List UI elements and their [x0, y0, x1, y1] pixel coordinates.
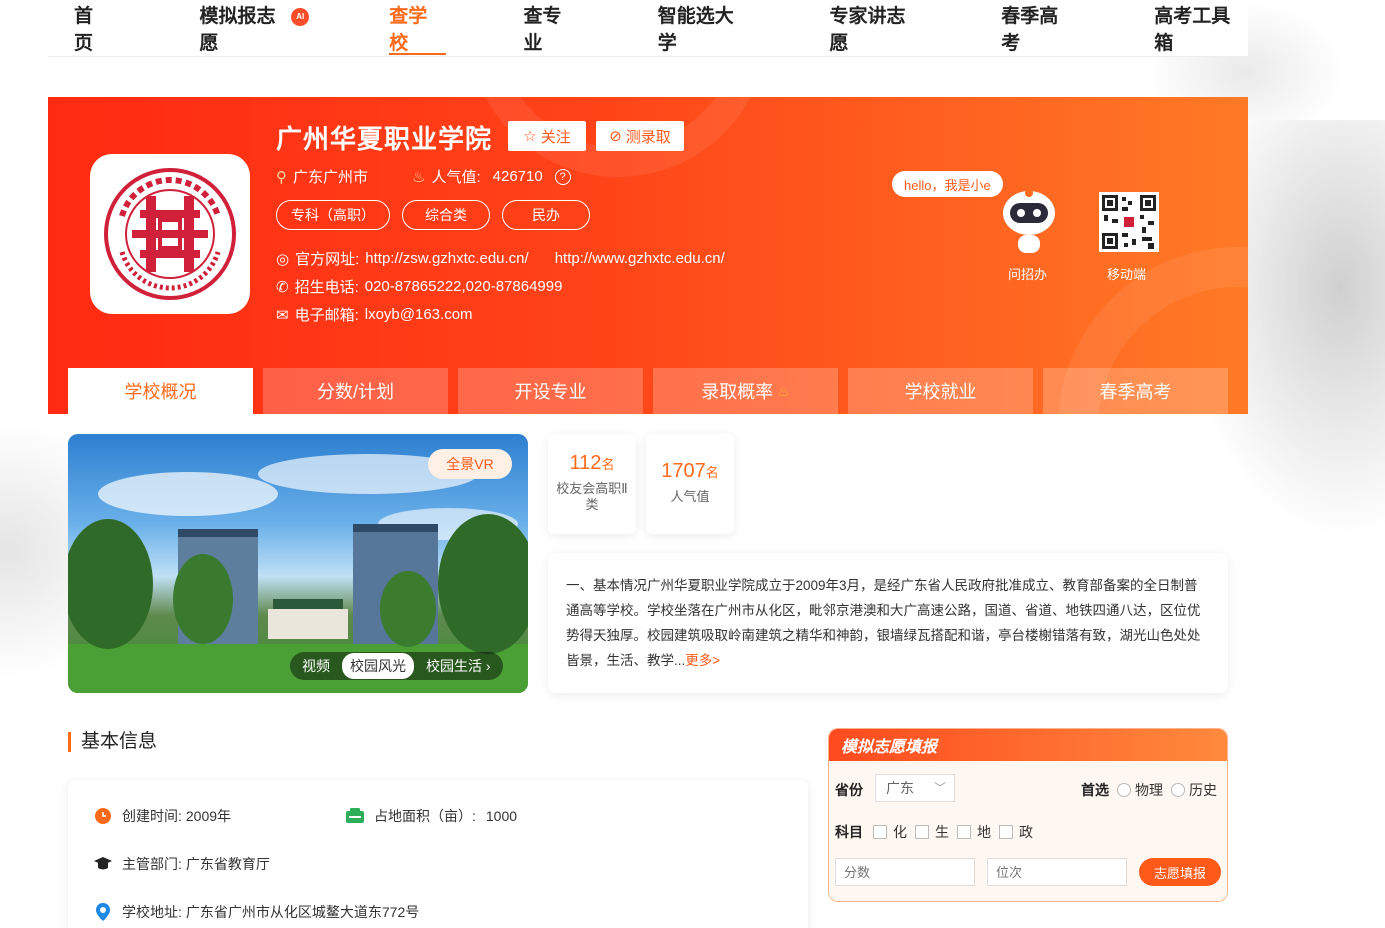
submit-application-button[interactable]: 志愿填报: [1139, 858, 1221, 886]
tab-admission-probability[interactable]: 录取概率 ♨: [653, 368, 838, 414]
hot-flame-icon: ♨: [777, 382, 790, 399]
authority-value: 广东省教育厅: [185, 856, 270, 872]
mock-application-form: 模拟志愿填报 省份 广东 ﹀ 首选 物理 历史 科目 化 生 地 政 志愿填报: [828, 728, 1228, 902]
ranking-label: 校友会高职Ⅱ类: [556, 481, 628, 512]
location-pin-icon: ⚲: [276, 168, 287, 186]
website-row: ◎ 官方网址: http://zsw.gzhxtc.edu.cn/ http:/…: [276, 250, 725, 268]
school-tabs: 学校概况 分数/计划 开设专业 录取概率 ♨ 学校就业 春季高考: [68, 368, 1228, 414]
form-body: 省份 广东 ﹀ 首选 物理 历史 科目 化 生 地 政 志愿填报: [829, 761, 1227, 901]
mobile-label[interactable]: 移动端: [1107, 264, 1146, 283]
tab-majors[interactable]: 开设专业: [458, 368, 643, 414]
province-label: 省份: [835, 782, 863, 798]
nav-item-mock-application[interactable]: 模拟报志愿 AI: [200, 0, 310, 57]
photo-tab-scenery[interactable]: 校园风光: [342, 653, 414, 679]
area-row: 占地面积（亩）: 1000: [346, 806, 517, 826]
founded-row: 创建时间: 2009年: [94, 806, 231, 826]
nav-item-search-major[interactable]: 查专业: [524, 0, 580, 57]
robot-assistant-icon[interactable]: [1000, 187, 1058, 257]
founded-value: 2009年: [185, 808, 232, 824]
campus-photo[interactable]: 全景VR 视频 校园风光 校园生活 ›: [68, 434, 528, 693]
clock-icon: [94, 807, 112, 825]
email-row: ✉ 电子邮箱: lxoyb@163.com: [276, 306, 473, 324]
nav-item-expert-talk[interactable]: 专家讲志愿: [830, 0, 924, 57]
tag-ownership[interactable]: 民办: [502, 200, 590, 230]
address-row: 学校地址: 广东省广州市从化区城鳌大道东772号: [94, 902, 419, 922]
website-link-1[interactable]: http://zsw.gzhxtc.edu.cn/: [365, 250, 528, 267]
nav-item-toolbox[interactable]: 高考工具箱: [1154, 0, 1248, 57]
popularity-value: 426710: [492, 168, 543, 185]
school-hero-banner: 广州华夏职业学院 ☆ 关注 ⊘ 测录取 ⚲ 广东广州市 ♨ 人气值: 42671…: [48, 97, 1248, 414]
star-icon: ☆: [523, 128, 537, 145]
subject-label: 科目: [835, 824, 863, 840]
website-link-2[interactable]: http://www.gzhxtc.edu.cn/: [555, 250, 725, 267]
popularity-rank-value: 1707: [661, 460, 706, 482]
school-logo: [90, 154, 250, 314]
popularity-stat-card[interactable]: 1707名 人气值: [646, 434, 734, 534]
help-icon[interactable]: ?: [554, 168, 571, 185]
basic-info-title: 基本信息: [68, 732, 157, 752]
graduation-cap-icon: [94, 855, 112, 873]
basic-info-card: 创建时间: 2009年 占地面积（亩）: 1000 主管部门: 广东省教育厅 学…: [68, 780, 808, 928]
land-area-icon: [346, 807, 364, 825]
tag-level[interactable]: 专科（高职）: [276, 200, 390, 230]
predict-admission-button[interactable]: ⊘ 测录取: [596, 121, 684, 151]
phone-row: ✆ 招生电话: 020-87865222,020-87864999: [276, 278, 563, 296]
ranking-value: 112: [569, 452, 602, 474]
chevron-down-icon: ﹀: [933, 781, 946, 795]
tab-employment[interactable]: 学校就业: [848, 368, 1033, 414]
tab-overview[interactable]: 学校概况: [68, 368, 253, 414]
nav-item-search-school[interactable]: 查学校: [389, 0, 446, 57]
phone-value: 020-87865222,020-87864999: [364, 278, 563, 295]
flame-icon: ♨: [412, 168, 426, 186]
ask-admissions-label[interactable]: 问招办: [1008, 264, 1047, 283]
chart-icon: ⊘: [609, 128, 622, 145]
follow-button[interactable]: ☆ 关注: [508, 121, 586, 151]
ranking-stat-card[interactable]: 112名 校友会高职Ⅱ类: [548, 434, 636, 534]
checkbox-politics[interactable]: 政: [999, 822, 1033, 842]
radio-physics[interactable]: 物理: [1117, 780, 1163, 800]
map-pin-icon: [94, 903, 112, 921]
province-select[interactable]: 广东 ﹀: [875, 774, 955, 802]
checkbox-biology[interactable]: 生: [915, 822, 949, 842]
school-seal-icon: [104, 168, 236, 300]
photo-tab-campus-life[interactable]: 校园生活 ›: [418, 653, 499, 679]
mail-icon: ✉: [276, 306, 289, 324]
vr-tour-button[interactable]: 全景VR: [428, 449, 512, 479]
intro-text: 一、基本情况广州华夏职业学院成立于2009年3月，是经广东省人民政府批准成立、教…: [566, 578, 1201, 668]
email-value: lxoyb@163.com: [364, 306, 473, 323]
radio-history[interactable]: 历史: [1171, 780, 1217, 800]
top-nav: 首页 模拟报志愿 AI 查学校 查专业 智能选大学 专家讲志愿 春季高考 高考工…: [48, 0, 1248, 57]
qr-code-icon: [1099, 192, 1159, 252]
form-title: 模拟志愿填报: [829, 729, 1227, 761]
photo-tab-switcher: 视频 校园风光 校园生活 ›: [290, 652, 503, 680]
authority-row: 主管部门: 广东省教育厅: [94, 854, 270, 874]
nav-item-spring-exam[interactable]: 春季高考: [1001, 0, 1076, 57]
phone-icon: ✆: [276, 278, 289, 296]
intro-more-link[interactable]: 更多>: [685, 653, 720, 668]
photo-tab-video[interactable]: 视频: [294, 653, 338, 679]
school-intro-card: 一、基本情况广州华夏职业学院成立于2009年3月，是经广东省人民政府批准成立、教…: [548, 553, 1228, 693]
score-input[interactable]: [835, 858, 975, 886]
school-location: 广东广州市: [293, 169, 369, 186]
popularity-rank-label: 人气值: [670, 489, 710, 504]
assistant-bubble: hello，我是小e: [892, 171, 1003, 197]
area-value: 1000: [485, 808, 518, 824]
address-value: 广东省广州市从化区城鳌大道东772号: [185, 904, 420, 920]
popularity-label: 人气值:: [431, 169, 481, 186]
checkbox-geography[interactable]: 地: [957, 822, 991, 842]
first-choice-label: 首选: [1081, 782, 1109, 798]
tab-spring-exam[interactable]: 春季高考: [1043, 368, 1228, 414]
tab-scores-plans[interactable]: 分数/计划: [263, 368, 448, 414]
nav-item-smart-select[interactable]: 智能选大学: [658, 0, 752, 57]
school-meta-row: ⚲ 广东广州市 ♨ 人气值: 426710 ?: [276, 166, 571, 187]
page-container: 首页 模拟报志愿 AI 查学校 查专业 智能选大学 专家讲志愿 春季高考 高考工…: [48, 0, 1248, 928]
globe-icon: ◎: [276, 250, 290, 268]
school-name: 广州华夏职业学院: [276, 124, 493, 154]
rank-input[interactable]: [987, 858, 1127, 886]
checkbox-chemistry[interactable]: 化: [873, 822, 907, 842]
ai-badge-icon: AI: [291, 7, 310, 26]
nav-item-home[interactable]: 首页: [74, 0, 112, 57]
tag-category[interactable]: 综合类: [402, 200, 490, 230]
